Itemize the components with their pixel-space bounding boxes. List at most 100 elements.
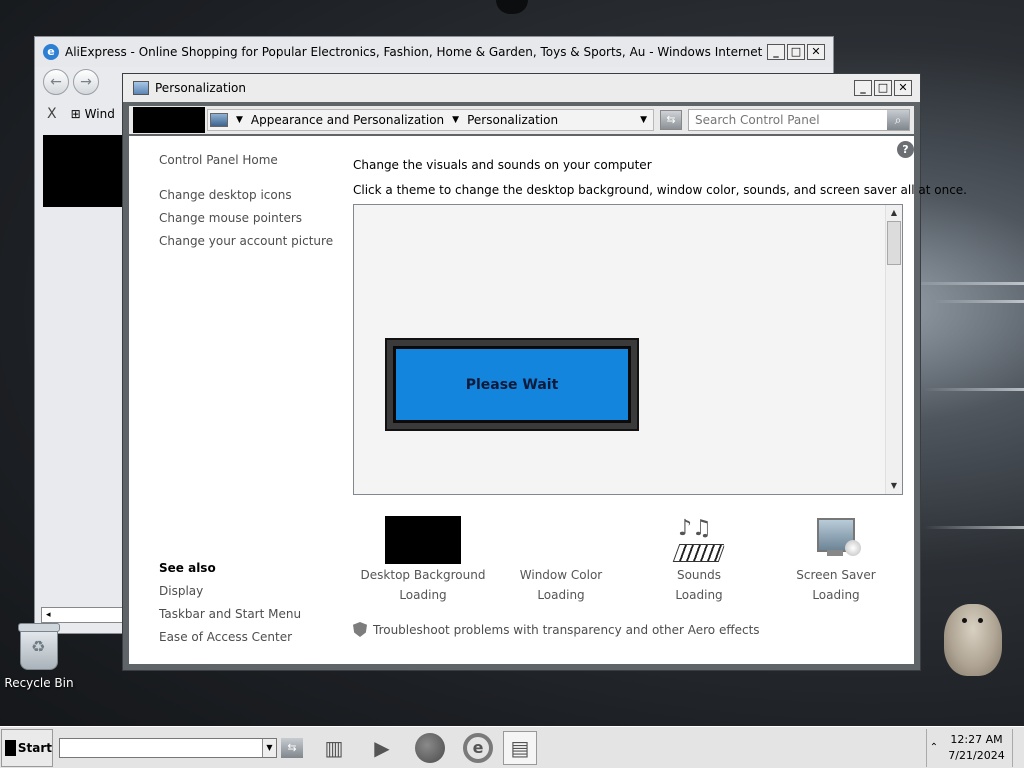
forward-icon[interactable]: →	[73, 69, 99, 95]
help-icon[interactable]: ?	[897, 141, 914, 158]
firefox-icon[interactable]	[413, 731, 447, 765]
ie-window-title: AliExpress - Online Shopping for Popular…	[65, 45, 767, 59]
tile-desktop-background[interactable]: Desktop Background Loading	[353, 516, 493, 602]
refresh-button[interactable]: ⇆	[660, 110, 682, 130]
tile-label: Desktop Background	[360, 568, 486, 582]
search-box[interactable]: ⌕	[688, 109, 910, 131]
link-ease-of-access[interactable]: Ease of Access Center	[159, 630, 292, 644]
internet-explorer-icon[interactable]: e	[461, 731, 495, 765]
link-change-mouse-pointers[interactable]: Change mouse pointers	[159, 211, 302, 225]
chevron-right-icon[interactable]: ▼	[452, 115, 459, 125]
link-taskbar-start-menu[interactable]: Taskbar and Start Menu	[159, 607, 301, 621]
breadcrumb-personalization[interactable]: Personalization	[467, 113, 558, 127]
file-manager-icon[interactable]: ▥	[317, 731, 351, 765]
please-wait-dialog: Please Wait	[385, 338, 639, 431]
scroll-up-icon[interactable]: ▲	[886, 205, 902, 221]
content-area: ? Control Panel Home Change desktop icon…	[129, 136, 967, 664]
aero-troubleshoot-link[interactable]: Troubleshoot problems with transparency …	[353, 622, 760, 637]
tile-label: Window Color	[519, 568, 603, 582]
close-button[interactable]: ✕	[807, 44, 825, 60]
search-input[interactable]	[689, 113, 887, 127]
media-player-icon[interactable]: ▶	[365, 731, 399, 765]
page-heading: Change the visuals and sounds on your co…	[353, 158, 652, 172]
desktop-background-thumbnail	[385, 516, 461, 564]
ie-logo-icon: e	[43, 44, 59, 60]
horizontal-scrollbar[interactable]: ◂	[41, 607, 125, 623]
page-subheading: Click a theme to change the desktop back…	[353, 183, 967, 197]
firefox-logo-icon	[415, 732, 445, 763]
breadcrumb[interactable]: ▼ Appearance and Personalization ▼ Perso…	[207, 109, 654, 131]
clock-date: 7/21/2024	[948, 748, 1005, 762]
chevron-down-icon[interactable]: ▼	[262, 738, 276, 757]
scroll-thumb[interactable]	[887, 221, 901, 265]
back-icon[interactable]: ←	[43, 69, 69, 95]
caption-buttons: _ □ ✕	[854, 80, 912, 96]
tile-status: Loading	[537, 588, 585, 602]
screen-saver-icon	[811, 516, 861, 564]
ie-tab-label: Wind	[84, 107, 115, 121]
wallpaper-streak	[924, 526, 1024, 529]
tile-label: Sounds	[676, 568, 722, 582]
please-wait-label: Please Wait	[393, 346, 631, 423]
redacted-nav-buttons	[133, 107, 205, 133]
recycle-bin-label: Recycle Bin	[4, 676, 74, 690]
tile-screen-saver[interactable]: Screen Saver Loading	[766, 516, 906, 602]
clock[interactable]: 12:27 AM 7/21/2024	[941, 732, 1012, 764]
personalization-titlebar[interactable]: Personalization _ □ ✕	[123, 74, 920, 102]
personalization-window[interactable]: Personalization _ □ ✕ ▼ Appearance and P…	[122, 73, 967, 671]
wallpaper-notch	[496, 0, 528, 14]
tile-status: Loading	[399, 588, 447, 602]
theme-list[interactable]: Please Wait ▲ ▼	[353, 204, 903, 495]
start-logo-icon	[5, 739, 16, 756]
start-label: Start	[17, 740, 52, 755]
wallpaper-streak	[934, 300, 1024, 303]
recycle-bin[interactable]: Recycle Bin	[4, 623, 74, 690]
vertical-scrollbar[interactable]: ▲ ▼	[885, 205, 902, 494]
tile-status: Loading	[675, 588, 723, 602]
address-bar: ▼ Appearance and Personalization ▼ Perso…	[129, 106, 914, 134]
tile-status: Loading	[812, 588, 860, 602]
windows-flag-icon: ⊞	[70, 107, 81, 121]
taskbar-address-input[interactable]: ▼	[59, 737, 277, 758]
see-also-heading: See also	[159, 561, 216, 575]
control-panel-taskbar-icon[interactable]: ▤	[503, 730, 537, 765]
recycle-bin-icon	[18, 623, 60, 670]
wallpaper-streak	[924, 388, 1024, 391]
system-tray: ⌃ 12:27 AM 7/21/2024	[926, 728, 1024, 767]
tile-window-color[interactable]: Window Color Loading	[491, 516, 631, 602]
minimize-button[interactable]: _	[854, 80, 872, 96]
search-icon[interactable]: ⌕	[887, 110, 909, 130]
go-button[interactable]: ⇆	[281, 737, 303, 758]
tile-sounds[interactable]: Sounds Loading	[629, 516, 769, 602]
maximize-button[interactable]: □	[874, 80, 892, 96]
shield-icon	[353, 622, 367, 637]
link-display[interactable]: Display	[159, 584, 203, 598]
minimize-button[interactable]: _	[767, 44, 785, 60]
show-desktop-button[interactable]	[1012, 728, 1024, 767]
chevron-right-icon[interactable]: ▼	[236, 115, 243, 125]
ie-titlebar[interactable]: e AliExpress - Online Shopping for Popul…	[35, 37, 833, 67]
control-panel-icon	[133, 81, 149, 95]
aero-link-label[interactable]: Troubleshoot problems with transparency …	[373, 623, 760, 637]
taskbar: Start ▼ ⇆ ▥ ▶ e ▤ ⌃ 12:27 AM 7/21/2024	[0, 726, 1024, 768]
ie-tab[interactable]: ⊞ Wind	[71, 107, 115, 121]
start-button[interactable]: Start	[1, 728, 53, 767]
ie-logo-icon: e	[463, 732, 493, 763]
chevron-down-icon[interactable]: ▼	[640, 115, 647, 125]
link-change-desktop-icons[interactable]: Change desktop icons	[159, 188, 292, 202]
tab-close-icon[interactable]: X	[47, 106, 57, 122]
link-change-account-picture[interactable]: Change your account picture	[159, 234, 333, 248]
link-control-panel-home[interactable]: Control Panel Home	[159, 153, 278, 167]
bubbles-icon	[845, 540, 861, 556]
window-title: Personalization	[155, 81, 246, 95]
wallpaper-streak	[904, 282, 1024, 285]
clock-time: 12:27 AM	[950, 732, 1003, 746]
scroll-down-icon[interactable]: ▼	[886, 478, 902, 494]
close-button[interactable]: ✕	[894, 80, 912, 96]
breadcrumb-appearance[interactable]: Appearance and Personalization	[251, 113, 444, 127]
hamster-gadget-icon[interactable]	[944, 604, 1002, 676]
maximize-button[interactable]: □	[787, 44, 805, 60]
tile-label: Screen Saver	[796, 568, 876, 582]
chevron-up-icon[interactable]: ⌃	[927, 742, 941, 753]
monitor-icon	[210, 113, 228, 127]
